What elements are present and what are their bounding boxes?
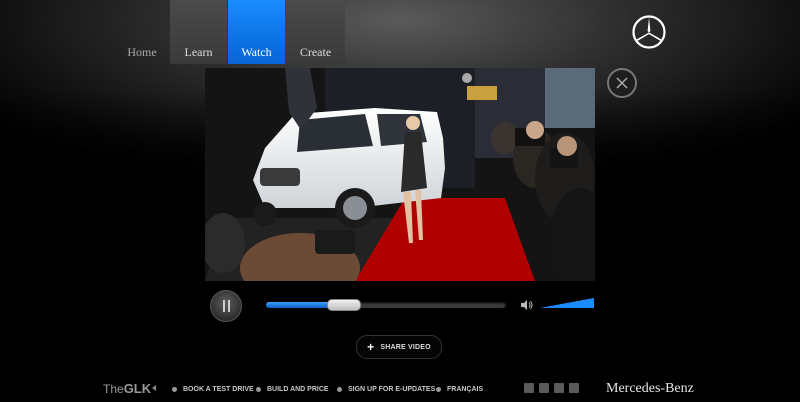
model-name: GLK: [123, 381, 152, 396]
share-video-button[interactable]: + SHARE VIDEO: [356, 335, 442, 359]
language-link[interactable]: FRANÇAIS: [436, 386, 483, 393]
nav-home[interactable]: Home: [115, 0, 169, 64]
nav-learn-label: Learn: [184, 45, 213, 59]
youtube-icon[interactable]: [569, 383, 579, 393]
close-video-button[interactable]: [607, 68, 637, 98]
pause-button[interactable]: [210, 290, 242, 322]
nav-watch-label: Watch: [241, 45, 272, 59]
language-label: FRANÇAIS: [447, 386, 484, 393]
model-logo[interactable]: TheGLK: [103, 381, 151, 396]
video-progress-bar[interactable]: [266, 299, 506, 311]
model-prefix: The: [103, 382, 124, 396]
flickr-icon[interactable]: [554, 383, 564, 393]
video-frame: [205, 68, 595, 281]
language-icon: [436, 387, 441, 392]
build-and-price-link[interactable]: BUILD AND PRICE: [256, 386, 329, 393]
video-progress-handle[interactable]: [326, 299, 361, 311]
share-video-label: SHARE VIDEO: [380, 343, 431, 351]
sign-up-updates-label: SIGN UP FOR E-UPDATES: [348, 386, 436, 393]
sign-up-updates-link[interactable]: SIGN UP FOR E-UPDATES: [337, 386, 435, 393]
build-icon: [256, 387, 261, 392]
nav-learn[interactable]: Learn: [170, 0, 227, 64]
nav-create[interactable]: Create: [286, 0, 345, 64]
mail-icon: [337, 387, 342, 392]
close-icon: [616, 77, 628, 89]
book-test-drive-link[interactable]: BOOK A TEST DRIVE: [172, 386, 254, 393]
brand-wordmark: Mercedes-Benz: [606, 381, 694, 396]
volume-icon[interactable]: [520, 298, 534, 312]
video-player[interactable]: [205, 68, 595, 281]
mercedes-star-logo[interactable]: [631, 14, 667, 50]
back-arrow-icon[interactable]: [152, 385, 156, 391]
build-and-price-label: BUILD AND PRICE: [267, 386, 329, 393]
nav-home-label: Home: [127, 45, 157, 59]
nav-create-label: Create: [299, 45, 332, 59]
nav-watch[interactable]: Watch: [228, 0, 285, 64]
volume-level: [540, 298, 594, 308]
twitter-icon[interactable]: [539, 383, 549, 393]
plus-icon: +: [367, 340, 375, 354]
volume-slider[interactable]: [540, 297, 594, 309]
main-nav: Home Learn Watch Create: [115, 0, 346, 64]
steering-wheel-icon: [172, 387, 177, 392]
book-test-drive-label: BOOK A TEST DRIVE: [183, 386, 254, 393]
facebook-icon[interactable]: [524, 383, 534, 393]
